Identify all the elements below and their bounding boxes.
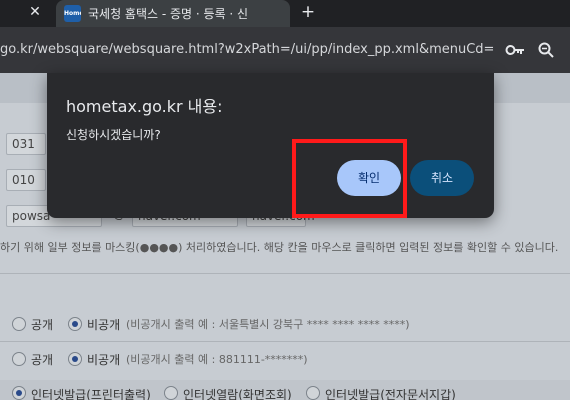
url-text[interactable]: go.kr/websquare/websquare.html?w2xPath=/… [0,42,494,57]
issue-print-label: 인터넷발급(프린터출력) [31,388,151,400]
issue-view-label: 인터넷열람(화면조회) [183,388,292,400]
hometax-favicon-icon: Hometax [64,5,81,22]
rrn-disclosure-row: 공개 비공개 (비공개시 출력 예 : 881111-*******) [0,344,570,374]
issue-method-row: 인터넷발급(프린터출력) 인터넷열람(화면조회) 인터넷발급(전자문서지갑) [0,380,570,400]
address-disclosure-row: 공개 비공개 (비공개시 출력 예 : 서울특별시 강북구 **** **** … [0,309,570,339]
issue-print-radio[interactable] [12,386,26,400]
section-divider [0,273,570,274]
rrn-private-example: (비공개시 출력 예 : 881111-*******) [126,353,308,366]
mobile-prefix-field[interactable]: 010 [6,169,46,191]
dialog-title: hometax.go.kr 내용: [66,97,223,116]
address-private-example: (비공개시 출력 예 : 서울특별시 강북구 **** **** **** **… [126,318,410,331]
issue-view-radio[interactable] [164,386,178,400]
active-tab[interactable]: Hometax 국세청 홈택스 - 증명 · 등록 · 신 [56,0,290,27]
address-public-label: 공개 [31,318,54,332]
previous-tab-close-icon[interactable]: ✕ [26,3,44,21]
zoom-icon[interactable] [537,41,555,59]
address-bar: go.kr/websquare/websquare.html?w2xPath=/… [0,27,570,73]
issue-wallet-radio[interactable] [306,386,320,400]
row-divider [0,341,570,342]
masking-notice: 하기 위해 일부 정보를 마스킹(●●●●) 처리하였습니다. 해당 칸을 마우… [0,241,559,254]
phone-area-code-field[interactable]: 031 [6,133,46,155]
ok-button-highlight-box [292,139,407,218]
cancel-button[interactable]: 취소 [410,160,474,196]
active-tab-title: 국세청 홈택스 - 증명 · 등록 · 신 [88,7,249,21]
key-icon[interactable] [505,43,525,57]
address-public-radio[interactable] [12,317,26,331]
rrn-private-label: 비공개 [87,353,121,367]
rrn-private-radio[interactable] [68,352,82,366]
address-private-radio[interactable] [68,317,82,331]
rrn-public-label: 공개 [31,353,54,367]
dialog-message: 신청하시겠습니까? [66,128,161,142]
rrn-public-radio[interactable] [12,352,26,366]
issue-wallet-label: 인터넷발급(전자문서지갑) [325,388,456,400]
browser-tab-strip: ✕ Hometax 국세청 홈택스 - 증명 · 등록 · 신 + [0,0,570,27]
address-private-label: 비공개 [87,318,121,332]
confirm-dialog: hometax.go.kr 내용: 신청하시겠습니까? 확인 취소 [47,73,494,218]
new-tab-button[interactable]: + [298,2,318,22]
